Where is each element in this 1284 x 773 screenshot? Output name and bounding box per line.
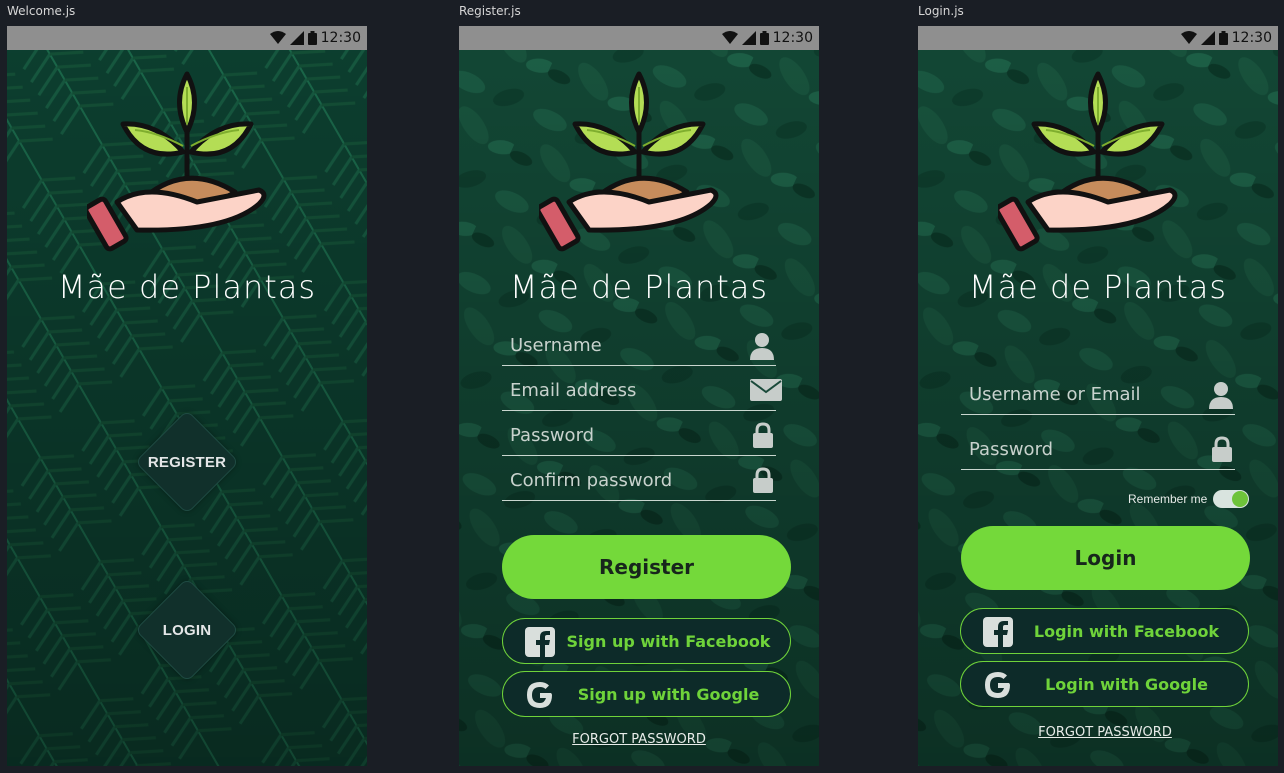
confirm-password-input[interactable] — [502, 470, 776, 491]
login-screen: Mãe de Plantas Remember me Login Login w… — [918, 50, 1278, 766]
battery-icon — [1218, 31, 1228, 45]
plant-hand-logo — [998, 71, 1178, 252]
status-bar: 12:30 — [7, 26, 367, 50]
login-phone: 12:30 Mãe de Plantas Username or Email R… — [918, 26, 1278, 766]
wifi-icon — [1180, 31, 1197, 44]
brand-title: Mãe de Plantas — [509, 268, 769, 306]
register-button[interactable]: Register — [502, 535, 791, 599]
google-icon — [985, 672, 1010, 698]
login-frame-title: Login.js — [918, 4, 964, 18]
email-field — [502, 371, 782, 411]
register-diamond-button[interactable]: REGISTER — [134, 409, 240, 515]
email-input[interactable] — [502, 380, 776, 401]
confirm-password-field — [502, 461, 776, 501]
register-frame-title: Register.js — [459, 4, 521, 18]
battery-icon — [307, 31, 317, 45]
plant-hand-logo — [87, 71, 267, 252]
status-time: 12:30 — [772, 30, 813, 46]
wifi-icon — [269, 31, 286, 44]
password-input[interactable] — [502, 425, 776, 446]
login-label: LOGIN — [162, 621, 212, 639]
status-bar: 12:30 — [459, 26, 819, 50]
google-signup-button[interactable]: Sign up with Google — [502, 671, 791, 717]
forgot-password-link[interactable]: FORGOT PASSWORD — [918, 725, 1278, 740]
register-label: REGISTER — [147, 453, 227, 471]
forgot-password-link[interactable]: FORGOT PASSWORD — [459, 732, 819, 747]
username-email-input[interactable] — [961, 384, 1235, 405]
username-email-field — [961, 375, 1235, 415]
signal-icon — [1200, 31, 1215, 45]
welcome-frame-title: Welcome.js — [7, 4, 76, 18]
username-field — [502, 326, 776, 366]
lock-icon — [753, 422, 773, 448]
brand-title: Mãe de Plantas — [968, 268, 1228, 306]
login-button[interactable]: Login — [961, 526, 1250, 590]
welcome-phone: 12:30 Mãe de Plantas REGISTER LOGIN — [7, 26, 367, 766]
status-time: 12:30 — [320, 30, 361, 46]
facebook-login-button[interactable]: Login with Facebook — [960, 608, 1249, 654]
facebook-icon — [983, 617, 1013, 647]
register-phone: 12:30 Mãe de Plantas Username Email addr… — [459, 26, 819, 766]
facebook-signup-button[interactable]: Sign up with Facebook — [502, 618, 791, 664]
remember-me-toggle[interactable] — [1213, 490, 1250, 508]
plant-hand-logo — [539, 71, 719, 252]
wifi-icon — [721, 31, 738, 44]
google-login-button[interactable]: Login with Google — [960, 661, 1249, 707]
toggle-knob — [1232, 491, 1249, 507]
lock-icon — [753, 467, 773, 493]
google-icon — [527, 682, 552, 708]
username-input[interactable] — [502, 335, 776, 356]
signal-icon — [741, 31, 756, 45]
status-bar: 12:30 — [918, 26, 1278, 50]
signal-icon — [289, 31, 304, 45]
lock-icon — [1212, 436, 1232, 462]
facebook-icon — [525, 627, 555, 657]
status-time: 12:30 — [1231, 30, 1272, 46]
login-password-input[interactable] — [961, 439, 1235, 460]
welcome-screen: Mãe de Plantas REGISTER LOGIN — [7, 50, 367, 766]
remember-me-label: Remember me — [1128, 492, 1208, 506]
battery-icon — [759, 31, 769, 45]
login-diamond-button[interactable]: LOGIN — [134, 577, 240, 683]
remember-me-row: Remember me — [1128, 490, 1250, 508]
login-password-field — [961, 430, 1235, 470]
envelope-icon — [750, 379, 782, 401]
brand-title: Mãe de Plantas — [57, 268, 317, 306]
user-icon — [1209, 382, 1233, 409]
user-icon — [750, 333, 774, 360]
password-field — [502, 416, 776, 456]
register-screen: Mãe de Plantas Register Sign up with Fac… — [459, 50, 819, 766]
